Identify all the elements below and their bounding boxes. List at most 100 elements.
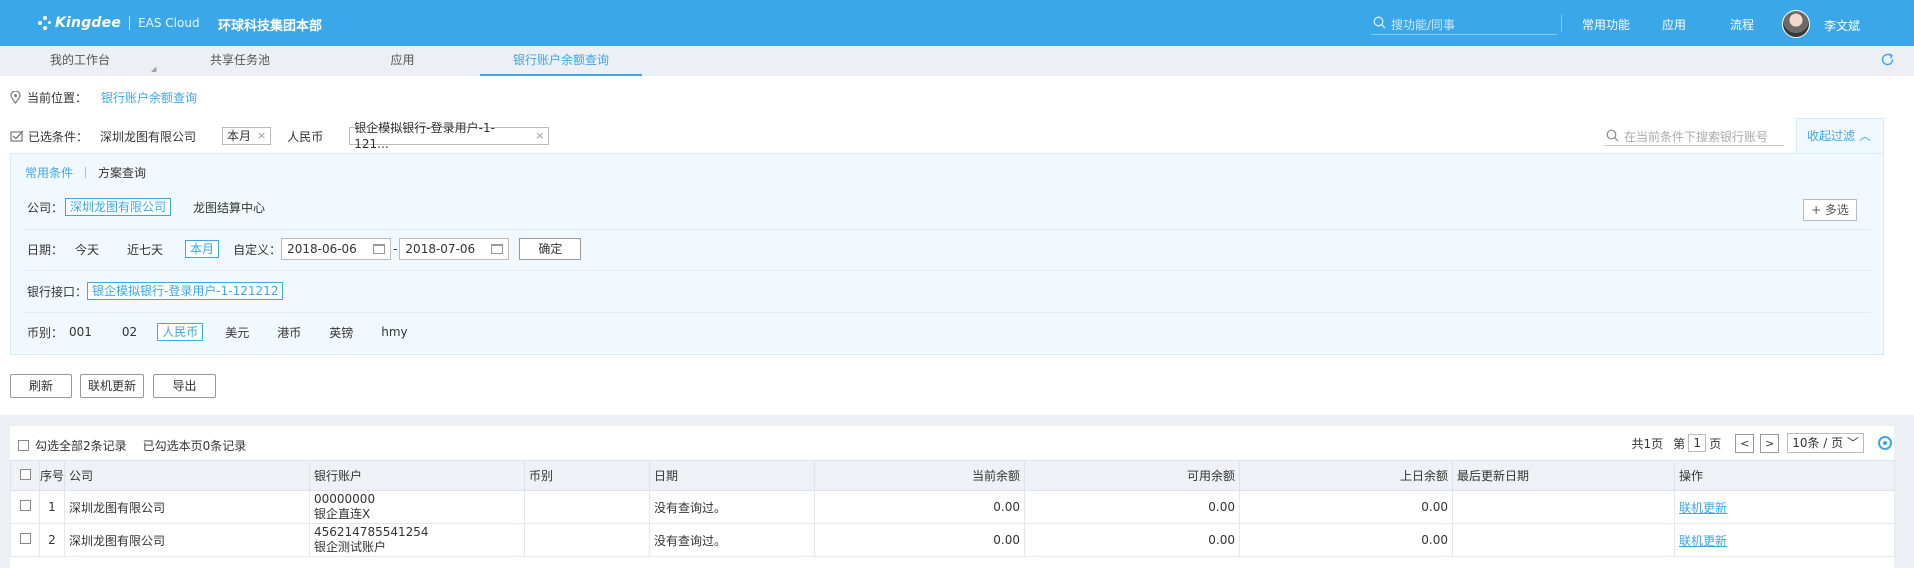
export-button[interactable]: 导出 bbox=[153, 374, 216, 398]
search-placeholder: 搜功能/同事 bbox=[1391, 18, 1456, 32]
currency-option[interactable]: 02 bbox=[122, 325, 137, 339]
currency-option[interactable]: 001 bbox=[69, 325, 92, 339]
col-header[interactable]: 当前余额 bbox=[814, 460, 1025, 491]
page-suffix: 页 bbox=[1709, 436, 1722, 451]
selected-conditions: 已选条件： 深圳龙图有限公司 本月 × 人民币 银企模拟银行-登录用户-1-121… bbox=[10, 121, 550, 151]
confirm-date-button[interactable]: 确定 bbox=[519, 238, 582, 260]
date-to-field[interactable]: 2018-07-06 bbox=[399, 238, 510, 260]
cell-balance: 0.00 bbox=[814, 523, 1025, 557]
date-option-7days[interactable]: 近七天 bbox=[127, 241, 163, 258]
cell-balance: 0.00 bbox=[814, 490, 1025, 524]
nav-workflow[interactable]: 流程 bbox=[1730, 16, 1754, 33]
col-header[interactable]: 银行账户 bbox=[309, 460, 525, 491]
online-update-link[interactable]: 联机更新 bbox=[1679, 534, 1727, 548]
condition-period-chip[interactable]: 本月 × bbox=[222, 127, 272, 145]
col-header[interactable]: 公司 bbox=[64, 460, 310, 491]
next-page-button[interactable]: > bbox=[1760, 433, 1780, 453]
condition-bank-chip[interactable]: 银企模拟银行-登录用户-1-121... × bbox=[349, 121, 550, 151]
location-pin-icon bbox=[10, 91, 21, 104]
currency-label: 币别： bbox=[27, 325, 64, 340]
tab-apps[interactable]: 应用 bbox=[335, 46, 470, 76]
tab-scheme-query[interactable]: 方案查询 bbox=[98, 164, 146, 181]
page-size-select[interactable]: 10条 / 页 ﹀ bbox=[1787, 433, 1864, 453]
filter-row-company: 公司： 深圳龙图有限公司 龙图结算中心 bbox=[27, 196, 285, 218]
custom-date-label: 自定义： bbox=[233, 242, 282, 257]
search-icon bbox=[1606, 129, 1619, 142]
collapse-label: 收起过滤 bbox=[1807, 129, 1856, 143]
col-header[interactable]: 序号 bbox=[39, 460, 65, 491]
col-header[interactable]: 最后更新日期 bbox=[1452, 460, 1675, 491]
date-option-selected[interactable]: 本月 bbox=[185, 240, 220, 258]
cell-currency bbox=[524, 523, 650, 557]
tab-common-conditions[interactable]: 常用条件 bbox=[25, 164, 73, 181]
org-name[interactable]: 环球科技集团本部 bbox=[218, 15, 322, 34]
currency-option[interactable]: 英镑 bbox=[329, 324, 353, 341]
page-size-value: 10条 / 页 bbox=[1792, 436, 1844, 450]
calendar-icon[interactable] bbox=[491, 244, 504, 254]
product-name: EAS Cloud bbox=[138, 16, 200, 30]
filter-row-date: 日期： 今天 近七天 本月 自定义： 2018-06-06 - 2018-07-… bbox=[27, 238, 582, 260]
currency-option-selected[interactable]: 人民币 bbox=[157, 323, 204, 341]
online-update-link[interactable]: 联机更新 bbox=[1679, 501, 1727, 515]
header-checkbox[interactable] bbox=[19, 468, 31, 480]
row-checkbox[interactable] bbox=[19, 500, 31, 511]
cell-company: 深圳龙图有限公司 bbox=[64, 523, 310, 557]
global-search[interactable]: 搜功能/同事 bbox=[1371, 13, 1557, 35]
filter-row-bank: 银行接口： 银企模拟银行-登录用户-1-121212 bbox=[27, 280, 303, 302]
multi-select-button[interactable]: + 多选 bbox=[1803, 199, 1857, 221]
conditions-icon bbox=[10, 130, 24, 142]
refresh-button[interactable]: 刷新 bbox=[10, 374, 72, 398]
online-update-button[interactable]: 联机更新 bbox=[80, 374, 144, 398]
close-icon[interactable]: × bbox=[257, 128, 266, 144]
condition-company: 深圳龙图有限公司 bbox=[100, 129, 197, 144]
user-name[interactable]: 李文斌 bbox=[1824, 17, 1860, 34]
page-total: 共1页 bbox=[1631, 436, 1664, 451]
account-search-input[interactable]: 在当前条件下搜索银行账号 bbox=[1604, 124, 1784, 146]
filter-tabs: 常用条件 方案查询 bbox=[25, 164, 146, 181]
tab-bank-balance[interactable]: 银行账户余额查询 bbox=[480, 46, 642, 76]
col-header[interactable]: 上日余额 bbox=[1239, 460, 1453, 491]
avatar[interactable] bbox=[1782, 10, 1810, 38]
currency-option[interactable]: 港币 bbox=[277, 324, 301, 341]
col-header[interactable]: 操作 bbox=[1674, 460, 1895, 491]
prev-page-button[interactable]: < bbox=[1735, 433, 1755, 453]
cell-prev-balance: 0.00 bbox=[1239, 490, 1453, 524]
bank-interface-label: 银行接口： bbox=[27, 284, 88, 299]
tab-my-workbench[interactable]: 我的工作台 bbox=[10, 46, 150, 76]
col-header[interactable]: 币别 bbox=[524, 460, 650, 491]
currency-option[interactable]: hmy bbox=[381, 325, 407, 339]
page-prefix: 第 bbox=[1673, 436, 1686, 451]
close-icon[interactable]: × bbox=[535, 128, 544, 144]
chip-label: 银企模拟银行-登录用户-1-121... bbox=[354, 121, 495, 151]
date-from-field[interactable]: 2018-06-06 bbox=[281, 238, 392, 260]
row-checkbox[interactable] bbox=[19, 533, 31, 544]
filter-row-currency: 币别： 001 02 人民币 美元 港币 英镑 hmy bbox=[27, 321, 428, 343]
breadcrumb: 当前位置： 银行账户余额查询 bbox=[10, 89, 197, 106]
pagination: 共1页 第 1 页 < > 10条 / 页 ﹀ bbox=[1632, 433, 1864, 453]
col-header[interactable]: 日期 bbox=[649, 460, 815, 491]
date-label: 日期： bbox=[27, 242, 64, 257]
breadcrumb-current[interactable]: 银行账户余额查询 bbox=[101, 89, 197, 106]
tab-shared-tasks[interactable]: 共享任务池 bbox=[170, 46, 310, 76]
table-row[interactable]: 1 深圳龙图有限公司 00000000 银企直连X 没有查询过。 0.00 0.0… bbox=[10, 490, 1895, 524]
nav-apps[interactable]: 应用 bbox=[1662, 16, 1686, 33]
select-all-label: 勾选全部2条记录 bbox=[35, 439, 127, 453]
tab-caret-icon[interactable]: ◢ bbox=[151, 65, 156, 73]
logo-divider bbox=[129, 16, 131, 30]
select-all-checkbox[interactable] bbox=[18, 440, 29, 451]
bank-option-selected[interactable]: 银企模拟银行-登录用户-1-121212 bbox=[87, 282, 284, 300]
currency-option[interactable]: 美元 bbox=[225, 324, 249, 341]
cell-updated bbox=[1452, 523, 1675, 557]
date-option-today[interactable]: 今天 bbox=[75, 241, 99, 258]
nav-common-functions[interactable]: 常用功能 bbox=[1582, 16, 1630, 33]
collapse-filter-button[interactable]: 收起过滤 ︿ bbox=[1796, 118, 1884, 154]
chip-label: 本月 bbox=[227, 129, 252, 143]
refresh-icon[interactable] bbox=[1880, 52, 1895, 67]
table-row[interactable]: 2 深圳龙图有限公司 456214785541254 银企测试账户 没有查询过。 … bbox=[10, 523, 1895, 557]
company-option[interactable]: 龙图结算中心 bbox=[193, 199, 265, 216]
company-option-selected[interactable]: 深圳龙图有限公司 bbox=[65, 198, 172, 216]
col-header[interactable]: 可用余额 bbox=[1024, 460, 1240, 491]
settings-icon[interactable] bbox=[1878, 436, 1892, 450]
calendar-icon[interactable] bbox=[373, 244, 386, 254]
page-number-input[interactable]: 1 bbox=[1688, 434, 1707, 452]
